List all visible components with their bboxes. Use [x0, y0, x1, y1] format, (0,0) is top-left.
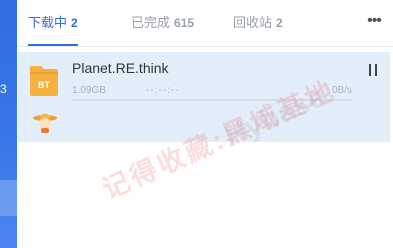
tab-downloading-label: 下载中 — [28, 15, 68, 30]
task-eta: --:--:-- — [146, 85, 180, 96]
download-tabs: 下载中 2 已完成 615 回收站 2 ••• — [17, 0, 393, 47]
tab-recycle-bin-count: 2 — [276, 16, 283, 30]
tab-recycle-bin[interactable]: 回收站 2 — [233, 0, 283, 46]
uploader-avatar-icon — [33, 113, 57, 133]
task-size: 1.09GB — [72, 85, 106, 96]
tab-downloading[interactable]: 下载中 2 — [28, 0, 78, 46]
task-speed: 0B/s — [331, 85, 352, 96]
tab-recycle-bin-label: 回收站 — [233, 15, 273, 30]
progress-bar — [72, 99, 352, 101]
sidebar-strip: 3 — [0, 0, 17, 248]
tab-completed[interactable]: 已完成 615 — [131, 0, 194, 46]
sidebar-badge-digit: 3 — [0, 82, 7, 96]
tab-completed-count: 615 — [174, 16, 195, 30]
tab-downloading-count: 2 — [71, 16, 78, 30]
file-type-badge: BT — [38, 80, 50, 90]
pause-icon[interactable] — [366, 62, 380, 78]
task-name: Planet.RE.think — [72, 60, 169, 76]
download-task-item[interactable]: BT Planet.RE.think 1.09GB --:--:-- 0B/s — [18, 52, 390, 142]
bt-file-icon: BT — [30, 66, 58, 96]
tab-completed-label: 已完成 — [131, 15, 171, 30]
more-options-icon[interactable]: ••• — [365, 13, 383, 32]
sidebar-highlight[interactable] — [0, 180, 17, 216]
